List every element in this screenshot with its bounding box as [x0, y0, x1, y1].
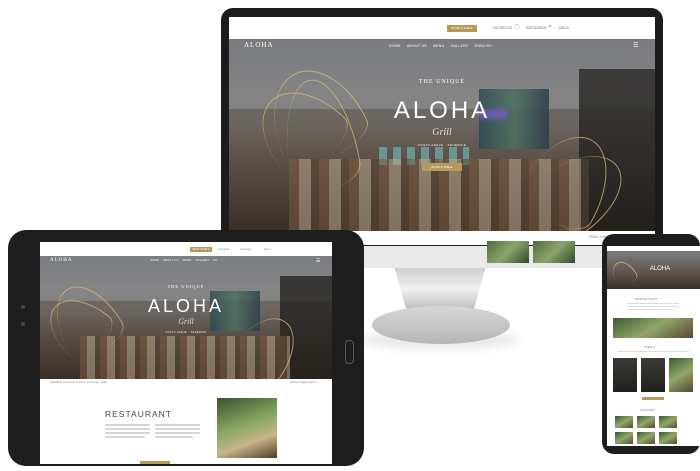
- desktop-facebook-link[interactable]: FACEBOOK: [493, 26, 512, 30]
- phone-content-image: [613, 318, 693, 338]
- text-line: [105, 424, 150, 426]
- hero-kicker: THE UNIQUE: [418, 79, 466, 85]
- tablet-nav-about[interactable]: ABOUT US: [163, 259, 179, 262]
- phone-section-menu: MENU: [645, 345, 656, 349]
- phone-gallery-thumb[interactable]: [615, 432, 633, 444]
- desktop-reserve-button[interactable]: BOOK A TABLE: [447, 25, 477, 32]
- desktop-topbar: BOOK A TABLE FACEBOOK ◯ INSTAGRAM ⏷ MENU: [229, 17, 655, 39]
- phone-screen: ALOHA RESTAURANT MENU GALLERY: [607, 246, 700, 446]
- text-line: [155, 428, 200, 430]
- hero-tagline: COSTA ADEJE · TENERIFE: [417, 143, 467, 147]
- text-line: [155, 432, 200, 434]
- phone-gallery-thumb[interactable]: [637, 432, 655, 444]
- tablet-content-image: [217, 398, 277, 458]
- hero-cta-button[interactable]: BOOK A TABLE: [422, 163, 462, 171]
- hero-logo: ALOHA: [393, 97, 491, 124]
- text-line: [627, 306, 679, 308]
- phone-menu-card[interactable]: [669, 358, 693, 392]
- gallery-thumbnail[interactable]: [533, 241, 575, 263]
- text-line: [627, 309, 673, 311]
- filter-icon: ⏷: [548, 24, 553, 30]
- text-line: [617, 351, 689, 353]
- tablet-screen: BOOK A TABLE Facebook Instagram Menu ALO…: [40, 242, 332, 464]
- tablet-instagram-link[interactable]: Instagram: [240, 248, 252, 251]
- monitor-stand-neck: [394, 268, 486, 310]
- tablet-topbar: BOOK A TABLE Facebook Instagram Menu: [40, 242, 332, 256]
- phone-gallery-thumb[interactable]: [659, 432, 677, 444]
- monitor-stand-base: [372, 306, 510, 344]
- text-line: [105, 436, 145, 438]
- text-line: [155, 424, 200, 426]
- tablet-nav-language[interactable]: EN: [213, 259, 217, 262]
- desktop-nav: HOME ABOUT US MENU GALLERY ENGLISH: [389, 44, 492, 48]
- desktop-thumbnail-strip: [487, 241, 575, 263]
- tablet-reserve-button[interactable]: BOOK A TABLE: [190, 247, 212, 252]
- tablet-camera-icon: [21, 305, 25, 309]
- text-line: [105, 428, 150, 430]
- text-line: [627, 303, 679, 305]
- hamburger-icon[interactable]: ☰: [633, 42, 638, 49]
- tablet-nav: HOME ABOUT US MENU GALLERY EN: [150, 259, 218, 262]
- phone-menu-card[interactable]: [613, 358, 637, 392]
- tablet-facebook-link[interactable]: Facebook: [218, 248, 229, 251]
- tablet-more-button[interactable]: [140, 461, 170, 464]
- tablet-address: ADDRESS: Avenida del Pueblo 5, Costa Ade…: [50, 381, 107, 384]
- phone-logo[interactable]: ALOHA: [645, 266, 675, 272]
- hero-subtitle: Grill: [432, 127, 452, 138]
- desktop-logo[interactable]: ALOHA: [244, 41, 274, 49]
- tablet-hero-tagline: COSTA ADEJE · TENERIFE: [165, 331, 207, 334]
- tablet-hero-subtitle: Grill: [178, 317, 194, 326]
- tablet-hero: ALOHA HOME ABOUT US MENU GALLERY EN ☰ TH…: [40, 256, 332, 379]
- tablet-nav-home[interactable]: HOME: [150, 259, 159, 262]
- phone-gallery-thumb[interactable]: [659, 416, 677, 428]
- phone-section-gallery: GALLERY: [640, 408, 656, 412]
- palm-leaf-icon: [607, 256, 640, 291]
- phone-gallery-thumb[interactable]: [637, 416, 655, 428]
- desktop-instagram-link[interactable]: INSTAGRAM: [526, 26, 547, 30]
- tablet-section-heading: RESTAURANT: [105, 409, 172, 419]
- desktop-screen: BOOK A TABLE FACEBOOK ◯ INSTAGRAM ⏷ MENU…: [229, 17, 655, 245]
- phone-section-restaurant: RESTAURANT: [635, 297, 659, 301]
- tablet-content: RESTAURANT: [40, 387, 332, 464]
- nav-item-about[interactable]: ABOUT US: [407, 44, 427, 48]
- tablet-sensor-icon: [21, 322, 25, 326]
- tablet-menu-link[interactable]: Menu: [264, 248, 271, 251]
- tablet-info-bar: ADDRESS: Avenida del Pueblo 5, Costa Ade…: [40, 379, 332, 387]
- nav-item-language[interactable]: ENGLISH: [475, 44, 492, 48]
- tablet-hero-logo: ALOHA: [147, 296, 225, 316]
- desktop-menu-link[interactable]: MENU: [559, 26, 569, 30]
- hamburger-icon[interactable]: ☰: [316, 258, 320, 264]
- phone-hero: ALOHA: [607, 251, 700, 291]
- tablet-hero-kicker: THE UNIQUE: [167, 284, 205, 289]
- nav-item-menu[interactable]: MENU: [433, 44, 445, 48]
- phone-menu-card[interactable]: [641, 358, 665, 392]
- phone-more-button[interactable]: [642, 397, 664, 400]
- tablet-nav-gallery[interactable]: GALLERY: [195, 259, 209, 262]
- phone-gallery-thumb[interactable]: [615, 416, 633, 428]
- nav-item-home[interactable]: HOME: [389, 44, 401, 48]
- tablet-logo[interactable]: ALOHA: [50, 258, 73, 263]
- desktop-hero: ALOHA HOME ABOUT US MENU GALLERY ENGLISH…: [229, 39, 655, 231]
- text-line: [155, 436, 193, 438]
- nav-item-gallery[interactable]: GALLERY: [450, 44, 468, 48]
- facebook-icon: ◯: [514, 24, 520, 30]
- text-line: [105, 432, 150, 434]
- tablet-nav-menu[interactable]: MENU: [183, 259, 192, 262]
- gallery-thumbnail[interactable]: [487, 241, 529, 263]
- tablet-email[interactable]: EMAIL: info@alohagrill.es: [290, 381, 318, 384]
- tablet-home-button: [345, 340, 354, 364]
